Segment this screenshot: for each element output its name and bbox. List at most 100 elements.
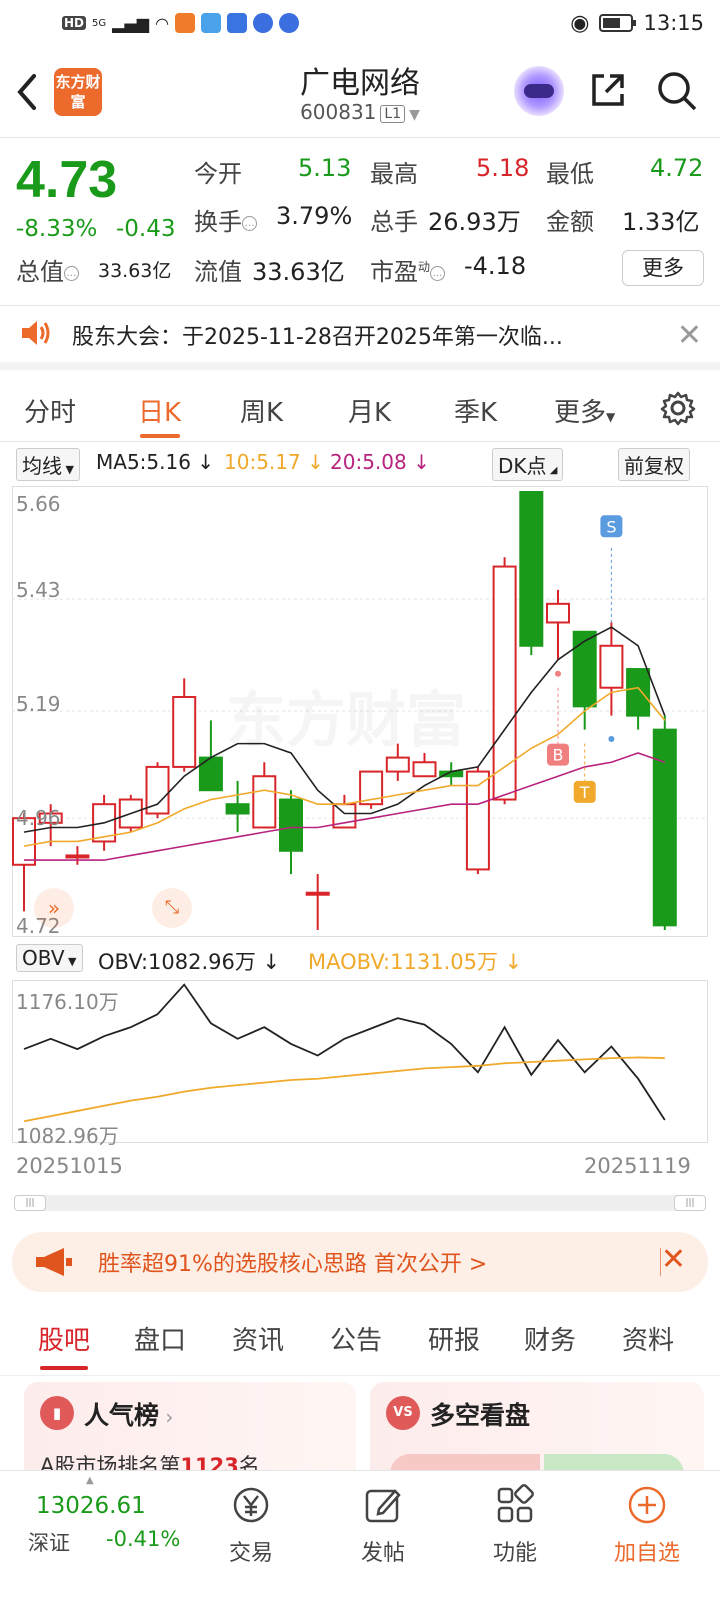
high-value: 5.18 (476, 154, 530, 182)
candle-down (626, 668, 651, 717)
section-tabs: 股吧 盘口 资讯 公告 研报 财务 资料 (0, 1304, 720, 1376)
bottom-toolbar: ▲ 13026.61 深证 -0.41% 交易 发帖 功能 加自选 (0, 1470, 720, 1600)
grid-icon (493, 1483, 537, 1527)
bull-bear-title: 多空看盘 (430, 1401, 531, 1430)
mktcap-label[interactable]: 总值… (16, 252, 79, 287)
obv-ymax-label: 1176.10万 (16, 990, 119, 1014)
indicator-select[interactable]: OBV ▼ (16, 944, 83, 972)
gear-icon[interactable] (660, 390, 696, 430)
pe-label[interactable]: 市盈动… (370, 252, 446, 287)
index-pct: -0.41% (106, 1527, 181, 1551)
speaker-icon (20, 319, 52, 351)
change-percent: -8.33% (16, 216, 98, 242)
tab-weekly-k[interactable]: 周K (240, 392, 283, 429)
candle-up (492, 565, 517, 801)
functions-button[interactable]: 功能 (450, 1471, 580, 1567)
y-tick-label: 5.66 (16, 492, 61, 516)
tab-daily-k[interactable]: 日K (138, 392, 181, 429)
high-label: 最高 (370, 160, 418, 188)
notice-bar[interactable]: 股东大会：于2025-11-28召开2025年第一次临... ✕ (0, 308, 720, 370)
notice-text: 股东大会：于2025-11-28召开2025年第一次临... (72, 325, 563, 350)
add-watchlist-label: 加自选 (613, 1541, 680, 1566)
watermark: 东方财富 (226, 672, 466, 759)
pe-label-text: 市盈 (370, 258, 418, 286)
adjust-button[interactable]: 前复权 (618, 448, 690, 481)
tab-more[interactable]: 更多▼ (554, 392, 615, 429)
mktcap-value: 33.63亿 (98, 260, 172, 282)
fullscreen-icon[interactable]: ⤡ (152, 888, 192, 928)
quote-panel: 4.73 -8.33% -0.43 今开 5.13 最高 5.18 最低 4.7… (0, 140, 720, 306)
more-quote-button[interactable]: 更多 (622, 250, 704, 286)
ai-assistant-icon[interactable] (514, 66, 564, 116)
caret-up-icon: ▲ (86, 1475, 94, 1486)
eye-icon: ◉ (570, 10, 590, 36)
popularity-title-text: 人气榜 (84, 1401, 160, 1430)
ma10-text: 10:5.17 (224, 450, 301, 474)
candle-up (252, 775, 277, 829)
edit-icon (361, 1483, 405, 1527)
tab-indicator (40, 1366, 88, 1370)
tab-quarterly-k[interactable]: 季K (454, 392, 497, 429)
share-icon[interactable] (588, 70, 628, 110)
tab-news[interactable]: 资讯 (232, 1320, 284, 1357)
volume-label: 总手 (370, 208, 418, 236)
signal-icon: ▂▄▆ (112, 13, 150, 33)
candle-up (599, 644, 624, 689)
candle-up (305, 891, 330, 896)
post-button[interactable]: 发帖 (318, 1471, 448, 1567)
y-tick-label: 4.96 (16, 806, 61, 830)
tab-announcements[interactable]: 公告 (330, 1320, 382, 1357)
candle-up (385, 756, 410, 773)
tab-more-label: 更多 (554, 398, 607, 428)
tab-guba[interactable]: 股吧 (38, 1320, 90, 1357)
vs-icon: VS (386, 1396, 420, 1430)
promo-banner[interactable]: 胜率超91%的选股核心思路 首次公开 > ✕ (12, 1232, 708, 1292)
ma20-value: 20:5.08 ↓ (330, 450, 430, 474)
yen-icon (229, 1483, 273, 1527)
trade-button[interactable]: 交易 (186, 1471, 316, 1567)
tab-research[interactable]: 研报 (428, 1320, 480, 1357)
dk-point-button[interactable]: DK点 ◢ (492, 448, 564, 481)
low-label: 最低 (546, 160, 594, 188)
scroll-handle-left[interactable]: ||| (14, 1195, 46, 1211)
ma10-value: 10:5.17 ↓ (224, 450, 324, 474)
obv-ymin-label: 1082.96万 (16, 1124, 119, 1148)
signal-b-label: B (553, 746, 564, 765)
info-icon: … (64, 265, 79, 281)
close-icon[interactable]: ✕ (677, 318, 702, 353)
ma-type-select[interactable]: 均线 ▼ (16, 448, 80, 481)
float-value: 33.63亿 (252, 258, 345, 286)
ma-type-label: 均线 (22, 454, 62, 478)
network-indicator: 5G (92, 17, 107, 29)
tab-pankou[interactable]: 盘口 (134, 1320, 186, 1357)
ma5-text: MA5:5.16 (96, 450, 191, 474)
obv-value: OBV:1082.96万 ↓ (98, 950, 281, 974)
scroll-handle-right[interactable]: ||| (674, 1195, 706, 1211)
tab-intraday[interactable]: 分时 (24, 392, 76, 429)
tab-finance[interactable]: 财务 (524, 1320, 576, 1357)
promo-text: 胜率超91%的选股核心思路 首次公开 > (98, 1252, 488, 1277)
turnover-label[interactable]: 换手… (194, 202, 257, 237)
caret-down-icon: ▼ (62, 463, 74, 476)
expand-left-icon[interactable]: » (34, 888, 74, 928)
add-watchlist-button[interactable]: 加自选 (582, 1471, 712, 1567)
ma5-value: MA5:5.16 ↓ (96, 450, 215, 474)
close-icon[interactable]: ✕ (661, 1242, 686, 1277)
signal-s-label: S (606, 517, 616, 536)
candle-down (572, 630, 597, 708)
chevron-right-icon: › (159, 1405, 174, 1429)
candle-up (65, 854, 90, 859)
pe-value: -4.18 (464, 252, 527, 280)
paw-icon (253, 13, 274, 33)
bar-chart-icon: ▮ (40, 1396, 74, 1430)
tab-profile[interactable]: 资料 (622, 1320, 674, 1357)
open-value: 5.13 (298, 154, 352, 182)
trade-label: 交易 (228, 1541, 273, 1566)
obv-text: OBV:1082.96万 (98, 950, 256, 974)
chart-range-scroller[interactable]: ||| ||| (14, 1195, 706, 1211)
maobv-text: MAOBV:1131.05万 (308, 950, 498, 974)
tab-monthly-k[interactable]: 月K (348, 392, 391, 429)
search-icon[interactable] (656, 70, 698, 112)
index-ticker[interactable]: ▲ 13026.61 深证 -0.41% (0, 1471, 190, 1600)
candle-down (225, 803, 250, 815)
